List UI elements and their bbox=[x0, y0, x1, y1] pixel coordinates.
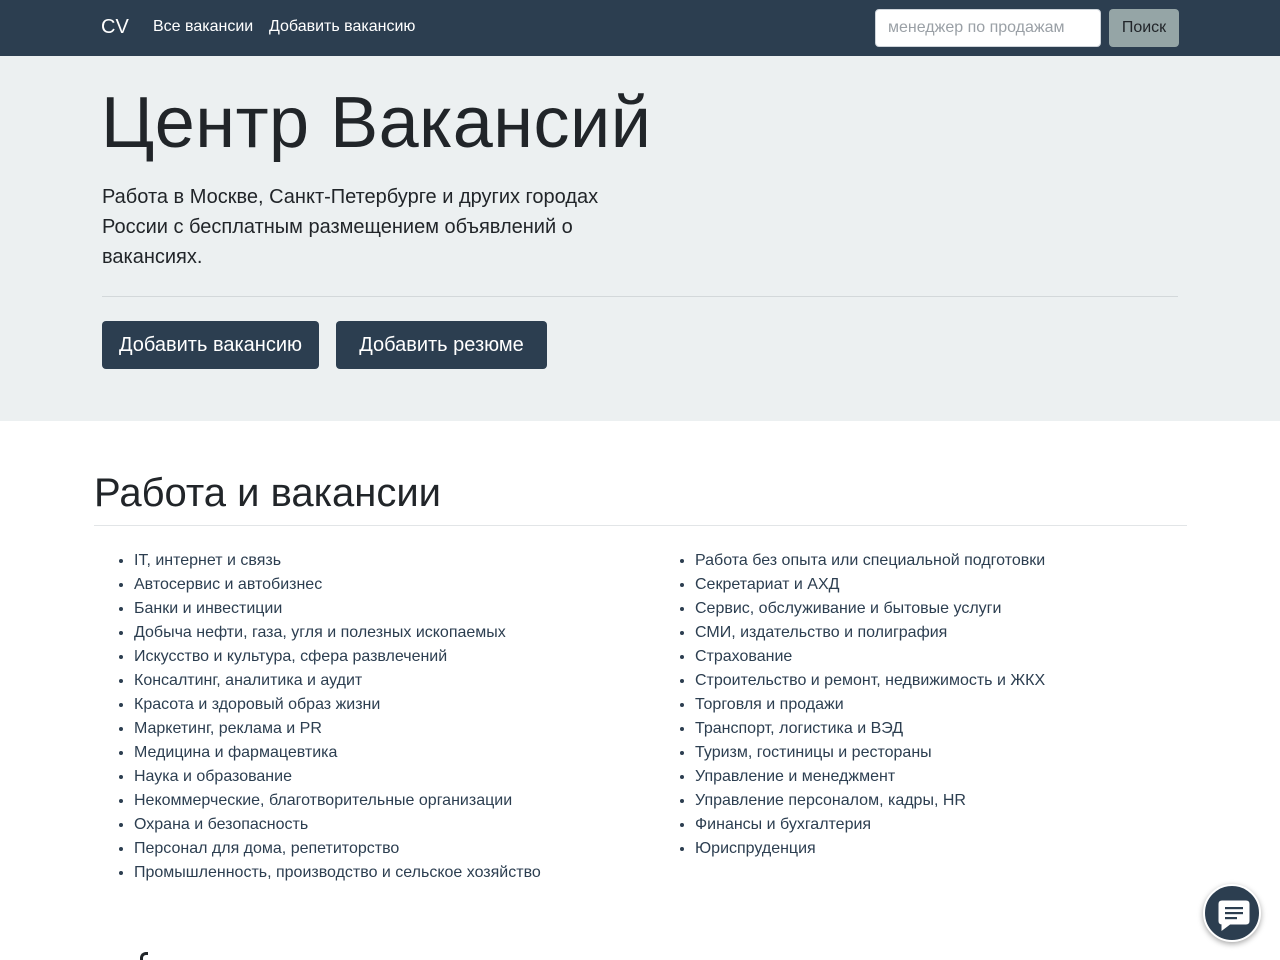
chat-bubble-icon bbox=[1218, 900, 1250, 931]
category-link[interactable]: Консалтинг, аналитика и аудит bbox=[134, 669, 541, 693]
categories-title: Работа и вакансии bbox=[94, 471, 442, 515]
category-link[interactable]: Страхование bbox=[695, 645, 1045, 669]
categories-divider bbox=[94, 525, 1187, 526]
category-list-left: IT, интернет и связь Автосервис и автоби… bbox=[94, 549, 541, 885]
category-link[interactable]: Транспорт, логистика и ВЭД bbox=[695, 717, 1045, 741]
category-link[interactable]: Строительство и ремонт, недвижимость и Ж… bbox=[695, 669, 1045, 693]
hero-divider bbox=[102, 296, 1178, 297]
brand-logo[interactable]: CV bbox=[101, 14, 129, 40]
category-link[interactable]: Банки и инвестиции bbox=[134, 597, 541, 621]
hero-section: Центр Вакансий Работа в Москве, Санкт-Пе… bbox=[0, 56, 1280, 421]
category-link[interactable]: Искусство и культура, сфера развлечений bbox=[134, 645, 541, 669]
category-link[interactable]: Медицина и фармацевтика bbox=[134, 741, 541, 765]
chat-widget-button[interactable] bbox=[1203, 884, 1261, 942]
category-link[interactable]: Управление и менеджмент bbox=[695, 765, 1045, 789]
search-button[interactable]: Поиск bbox=[1109, 9, 1179, 47]
category-link[interactable]: Добыча нефти, газа, угля и полезных иско… bbox=[134, 621, 541, 645]
hero-title: Центр Вакансий bbox=[101, 83, 652, 163]
category-link[interactable]: Сервис, обслуживание и бытовые услуги bbox=[695, 597, 1045, 621]
category-link[interactable]: IT, интернет и связь bbox=[134, 549, 541, 573]
category-link[interactable]: Промышленность, производство и сельское … bbox=[134, 861, 541, 885]
category-link[interactable]: Юриспруденция bbox=[695, 837, 1045, 861]
add-vacancy-button[interactable]: Добавить вакансию bbox=[102, 321, 319, 369]
category-link[interactable]: Наука и образование bbox=[134, 765, 541, 789]
nav-link-all-vacancies[interactable]: Все вакансии bbox=[153, 17, 253, 37]
category-link[interactable]: Финансы и бухгалтерия bbox=[695, 813, 1045, 837]
category-link[interactable]: Торговля и продажи bbox=[695, 693, 1045, 717]
add-resume-button[interactable]: Добавить резюме bbox=[336, 321, 547, 369]
top-navbar: CV Все вакансии Добавить вакансию Поиск bbox=[0, 0, 1280, 56]
category-link[interactable]: СМИ, издательство и полиграфия bbox=[695, 621, 1045, 645]
search-input[interactable] bbox=[875, 9, 1101, 47]
category-list-right: Работа без опыта или специальной подгото… bbox=[655, 549, 1045, 861]
category-link[interactable]: Автосервис и автобизнес bbox=[134, 573, 541, 597]
category-link[interactable]: Персонал для дома, репетиторство bbox=[134, 837, 541, 861]
next-section-heading-cutoff bbox=[94, 944, 174, 960]
nav-link-add-vacancy[interactable]: Добавить вакансию bbox=[269, 17, 415, 37]
category-link[interactable]: Некоммерческие, благотворительные органи… bbox=[134, 789, 541, 813]
category-link[interactable]: Управление персоналом, кадры, HR bbox=[695, 789, 1045, 813]
category-link[interactable]: Маркетинг, реклама и PR bbox=[134, 717, 541, 741]
category-link[interactable]: Туризм, гостиницы и рестораны bbox=[695, 741, 1045, 765]
category-link[interactable]: Охрана и безопасность bbox=[134, 813, 541, 837]
category-link[interactable]: Красота и здоровый образ жизни bbox=[134, 693, 541, 717]
hero-lead-text: Работа в Москве, Санкт-Петербурге и друг… bbox=[102, 186, 599, 268]
category-link[interactable]: Секретариат и АХД bbox=[695, 573, 1045, 597]
category-link[interactable]: Работа без опыта или специальной подгото… bbox=[695, 549, 1045, 573]
